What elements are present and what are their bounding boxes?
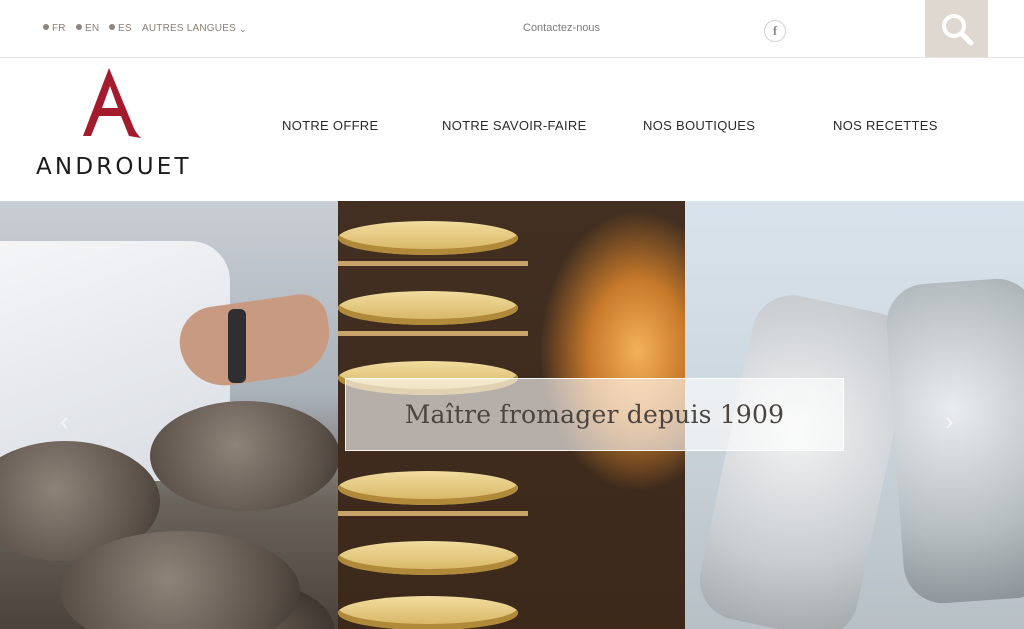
shelf-plank [338, 261, 528, 266]
search-icon [941, 13, 973, 45]
slider-prev-icon[interactable]: ‹ [60, 406, 69, 437]
cheese-wheel [150, 401, 338, 511]
bullet-icon [43, 24, 49, 30]
hero-slider: ‹ › Maître fromager depuis 1909 [0, 201, 1024, 629]
hero-caption-box: Maître fromager depuis 1909 [345, 378, 844, 451]
hero-image-fromager [0, 201, 338, 629]
shelf-plank [338, 511, 528, 516]
site-header: ANDROUET NOTRE OFFRE NOTRE SAVOIR-FAIRE … [0, 58, 1024, 201]
slider-next-icon[interactable]: › [945, 406, 954, 437]
cheese-wheel [338, 221, 518, 255]
contact-link[interactable]: Contactez-nous [523, 22, 600, 34]
bullet-icon [109, 24, 115, 30]
bullet-icon [76, 24, 82, 30]
lang-en-link[interactable]: EN [76, 23, 99, 34]
cheese-wheel [338, 291, 518, 325]
chevron-down-icon: ⌄ [238, 24, 247, 34]
nav-nos-recettes[interactable]: NOS RECETTES [833, 118, 938, 133]
other-languages-dropdown[interactable]: AUTRES LANGUES ⌄ [142, 23, 247, 34]
cheese-wheel [338, 596, 518, 629]
goat-cheese-log [692, 287, 918, 629]
search-button[interactable] [925, 0, 988, 57]
facebook-icon: f [772, 23, 778, 38]
lang-fr-link[interactable]: FR [43, 23, 66, 34]
watch [228, 309, 246, 383]
cheese-wheel [338, 471, 518, 505]
shelf-plank [338, 331, 528, 336]
nav-nos-boutiques[interactable]: NOS BOUTIQUES [643, 118, 755, 133]
hero-caption: Maître fromager depuis 1909 [404, 400, 785, 429]
facebook-button[interactable]: f [764, 20, 786, 42]
nav-notre-savoir-faire[interactable]: NOTRE SAVOIR-FAIRE [442, 118, 587, 133]
nav-notre-offre[interactable]: NOTRE OFFRE [282, 118, 378, 133]
cheese-wheel [338, 541, 518, 575]
top-bar: FR EN ES AUTRES LANGUES ⌄ Contactez-nous … [0, 0, 1024, 58]
goat-cheese-log [884, 276, 1024, 606]
lang-es-link[interactable]: ES [109, 23, 132, 34]
brand-name: ANDROUET [36, 154, 192, 180]
logo-mark [83, 68, 141, 138]
